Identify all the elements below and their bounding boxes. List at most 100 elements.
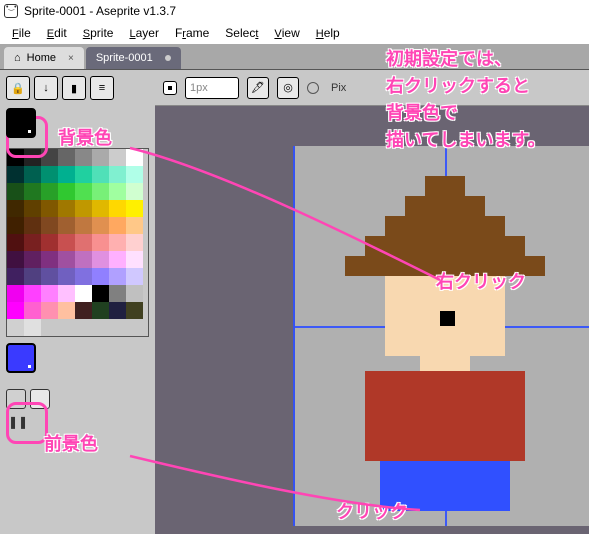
palette-color[interactable] [126,200,143,217]
palette-color[interactable] [92,217,109,234]
palette-color[interactable] [75,217,92,234]
palette-color[interactable] [109,268,126,285]
palette-color[interactable] [75,200,92,217]
tab-home[interactable]: ⌂ Home × [4,47,84,69]
palette-color[interactable] [58,149,75,166]
palette-color[interactable] [41,268,58,285]
palette-color[interactable] [24,200,41,217]
palette-color[interactable] [92,285,109,302]
palette-color[interactable] [58,319,75,336]
palette-color[interactable] [24,285,41,302]
menu-sprite[interactable]: Sprite [77,24,120,42]
palette-color[interactable] [75,234,92,251]
palette-color[interactable] [75,268,92,285]
menu-view[interactable]: View [268,24,305,42]
palette-color[interactable] [58,217,75,234]
palette-color[interactable] [109,285,126,302]
palette-color[interactable] [7,200,24,217]
palette-color[interactable] [58,285,75,302]
palette-color[interactable] [24,234,41,251]
palette-color[interactable] [92,319,109,336]
palette-color[interactable] [7,319,24,336]
palette-color[interactable] [126,166,143,183]
palette-color[interactable] [92,251,109,268]
palette-color[interactable] [126,183,143,200]
palette-color[interactable] [109,234,126,251]
palette-color[interactable] [7,302,24,319]
palette-color[interactable] [41,302,58,319]
palette-color[interactable] [24,302,41,319]
menu-file[interactable]: File [6,24,37,42]
palette-color[interactable] [7,285,24,302]
options-button[interactable]: ≡ [90,76,114,100]
brush-size-input[interactable] [185,77,239,99]
palette-color[interactable] [41,251,58,268]
secondary-swatch[interactable] [6,343,42,379]
palette-color[interactable] [58,302,75,319]
palette-color[interactable] [92,200,109,217]
sort-button[interactable]: ↓ [34,76,58,100]
palette-color[interactable] [24,251,41,268]
preset-button[interactable]: ▮ [62,76,86,100]
pixel-perfect-checkbox[interactable] [307,82,319,94]
palette-color[interactable] [24,319,41,336]
palette-color[interactable] [58,234,75,251]
palette-color[interactable] [41,200,58,217]
palette-color[interactable] [126,268,143,285]
palette-color[interactable] [41,234,58,251]
palette-color[interactable] [41,166,58,183]
palette-color[interactable] [24,217,41,234]
menu-layer[interactable]: Layer [123,24,164,42]
palette-color[interactable] [41,285,58,302]
palette-color[interactable] [41,183,58,200]
palette-color[interactable] [7,251,24,268]
palette-color[interactable] [126,302,143,319]
palette-color[interactable] [109,251,126,268]
palette-color[interactable] [109,217,126,234]
palette-color[interactable] [109,200,126,217]
menu-select[interactable]: Select [219,24,264,42]
palette-color[interactable] [109,302,126,319]
palette-color[interactable] [58,251,75,268]
palette-color[interactable] [109,149,126,166]
palette-color[interactable] [126,217,143,234]
palette-color[interactable] [24,183,41,200]
shading-button[interactable]: ◎ [277,77,299,99]
palette-color[interactable] [7,217,24,234]
palette-color[interactable] [58,166,75,183]
palette-color[interactable] [92,149,109,166]
palette-color[interactable] [7,183,24,200]
palette-color[interactable] [126,285,143,302]
palette-color[interactable] [109,183,126,200]
menu-edit[interactable]: Edit [41,24,73,42]
palette-color[interactable] [58,183,75,200]
palette-color[interactable] [58,268,75,285]
brush-shape-button[interactable] [163,81,177,95]
secondary-fg-swatch[interactable] [6,343,36,373]
menu-frame[interactable]: Frame [169,24,215,42]
palette-color[interactable] [126,234,143,251]
ink-button[interactable]: 🖋 [247,77,269,99]
palette-color[interactable] [75,251,92,268]
menu-help[interactable]: Help [310,24,346,42]
palette-color[interactable] [7,268,24,285]
palette-color[interactable] [41,217,58,234]
palette-color[interactable] [75,183,92,200]
palette-color[interactable] [7,234,24,251]
palette-color[interactable] [126,319,143,336]
palette-color[interactable] [109,166,126,183]
palette-color[interactable] [24,268,41,285]
palette-color[interactable] [75,319,92,336]
palette-color[interactable] [92,268,109,285]
palette-color[interactable] [92,302,109,319]
palette-color[interactable] [92,183,109,200]
palette-color[interactable] [75,302,92,319]
palette-color[interactable] [126,149,143,166]
palette-color[interactable] [41,319,58,336]
palette-color[interactable] [92,234,109,251]
palette-color[interactable] [92,166,109,183]
foreground-swatch[interactable] [6,108,36,138]
palette-color[interactable] [126,251,143,268]
palette-color[interactable] [7,166,24,183]
palette-color[interactable] [75,166,92,183]
